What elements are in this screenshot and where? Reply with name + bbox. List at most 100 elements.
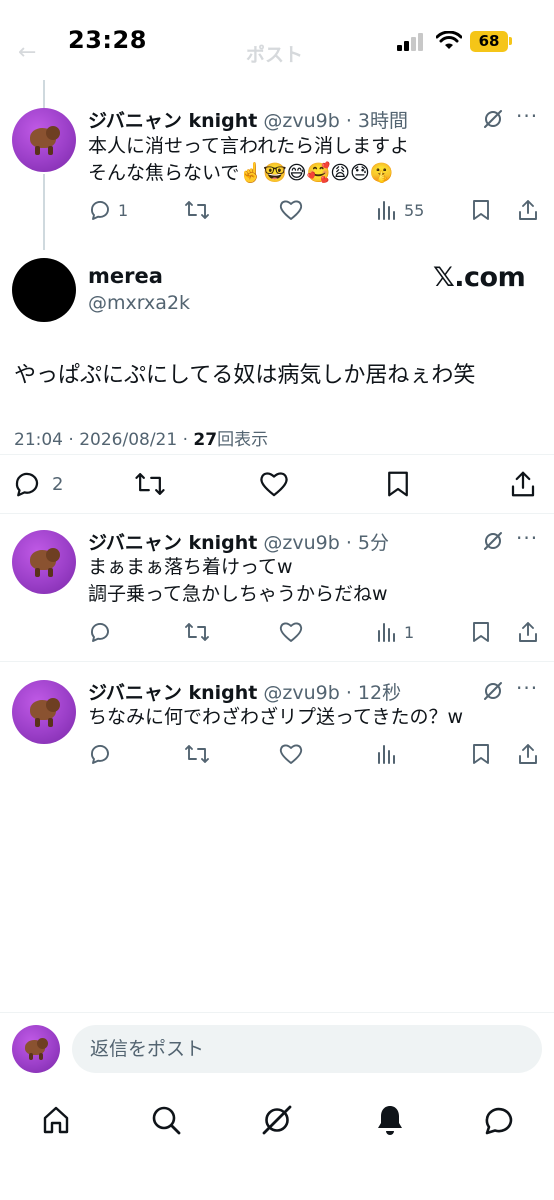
search-icon: [152, 1106, 181, 1135]
like-button[interactable]: [278, 740, 304, 768]
tweet-text: 本人に消せって言われたら消しますよ そんな焦らないで☝️🤓😅🥰😩😓🤫: [88, 133, 409, 187]
reply-count: 1: [118, 200, 129, 220]
reply-button[interactable]: 1: [88, 196, 128, 224]
tweet-time[interactable]: 3時間: [358, 110, 408, 132]
thread-line: [43, 80, 45, 108]
views-button[interactable]: 1: [376, 618, 414, 646]
author-handle[interactable]: @zvu9b: [263, 532, 339, 554]
nav-search[interactable]: [146, 1100, 186, 1140]
wifi-icon: [436, 31, 462, 49]
reply-icon: [91, 201, 109, 220]
share-button[interactable]: [516, 740, 540, 768]
share-button[interactable]: [516, 196, 540, 224]
reply-input[interactable]: 返信をポスト: [72, 1025, 542, 1073]
avatar[interactable]: [12, 680, 76, 744]
nav-notifications[interactable]: [370, 1100, 410, 1140]
reply-button[interactable]: [88, 740, 112, 768]
bookmark-button[interactable]: [470, 618, 492, 646]
author-name[interactable]: ジバニャン knight: [88, 532, 257, 554]
bookmark-icon: [473, 744, 489, 764]
author-name[interactable]: merea: [88, 264, 163, 288]
views-button[interactable]: 55: [376, 196, 424, 224]
back-arrow-icon[interactable]: ←: [18, 40, 36, 65]
views-icon: [378, 623, 395, 642]
time-separator: ·: [339, 682, 358, 704]
share-button[interactable]: [508, 468, 538, 500]
messages-icon: [485, 1107, 513, 1135]
status-bar: ← ポスト 23:28 68: [0, 0, 554, 80]
repost-button[interactable]: [184, 196, 210, 224]
reply-bar: 返信をポスト: [0, 1012, 554, 1084]
reply-button[interactable]: [88, 618, 112, 646]
views-icon: [378, 745, 395, 764]
heart-icon: [279, 622, 303, 642]
tweet-time[interactable]: 5分: [358, 532, 389, 554]
time-separator: ·: [339, 110, 358, 132]
avatar[interactable]: [12, 530, 76, 594]
divider: [0, 454, 554, 455]
bookmark-button[interactable]: [470, 196, 492, 224]
tweet-date[interactable]: 21:04 · 2026/08/21 ·: [14, 430, 193, 450]
nav-grok[interactable]: [257, 1100, 297, 1140]
tweet-header: ジバニャン knight @zvu9b · 5分: [88, 528, 389, 555]
repost-icon: [135, 473, 165, 495]
repost-icon: [185, 745, 209, 763]
reply-button[interactable]: 2: [12, 468, 63, 500]
reply-icon: [91, 745, 109, 764]
like-button[interactable]: [278, 196, 304, 224]
my-avatar[interactable]: [12, 1025, 60, 1073]
author-handle[interactable]: @zvu9b: [263, 110, 339, 132]
thread-line: [43, 174, 45, 250]
author-name[interactable]: ジバニャン knight: [88, 110, 257, 132]
tweet-time[interactable]: 12秒: [358, 682, 401, 704]
more-icon[interactable]: ···: [516, 104, 538, 128]
tweet-text: やっぱぷにぷにしてる奴は病気しか居ねぇわ笑: [14, 363, 476, 388]
tweet-text: ちなみに何でわざわざリプ送ってきたの？w: [88, 704, 463, 731]
repost-icon: [185, 623, 209, 641]
views-label: 回表示: [217, 430, 269, 450]
share-icon: [511, 471, 535, 497]
bookmark-button[interactable]: [470, 740, 492, 768]
bottom-nav: [0, 1084, 554, 1200]
home-icon: [43, 1106, 69, 1134]
tweet-text: まぁまぁ落ち着けってw 調子乗って急かしちゃうからだねw: [88, 554, 388, 608]
heart-icon: [279, 200, 303, 220]
time-separator: ·: [339, 532, 358, 554]
repost-button[interactable]: [134, 468, 166, 500]
bookmark-button[interactable]: [384, 468, 412, 500]
bookmark-icon: [473, 622, 489, 642]
share-button[interactable]: [516, 618, 540, 646]
divider: [0, 513, 554, 514]
xcom-badge: 𝕏.com: [433, 262, 526, 293]
tweet-line: 調子乗って急かしちゃうからだねw: [88, 583, 388, 605]
views-button[interactable]: [376, 740, 404, 768]
tweet-line: 本人に消せって言われたら消しますよ: [88, 135, 410, 157]
avatar[interactable]: [12, 258, 76, 322]
nav-home[interactable]: [36, 1100, 76, 1140]
author-handle[interactable]: @mxrxa2k: [88, 292, 190, 314]
author-handle[interactable]: @zvu9b: [263, 682, 339, 704]
tweet-meta: 21:04 · 2026/08/21 · 27回表示: [14, 425, 268, 450]
author-name[interactable]: ジバニャン knight: [88, 682, 257, 704]
grok-icon[interactable]: [482, 680, 504, 702]
avatar[interactable]: [12, 108, 76, 172]
bookmark-icon: [388, 471, 408, 497]
repost-button[interactable]: [184, 618, 210, 646]
tweet-line: ちなみに何でわざわざリプ送ってきたの？w: [88, 706, 464, 728]
like-button[interactable]: [278, 618, 304, 646]
more-icon[interactable]: ···: [516, 676, 538, 700]
heart-icon: [279, 744, 303, 764]
nav-messages[interactable]: [479, 1100, 519, 1140]
like-button[interactable]: [258, 468, 290, 500]
repost-button[interactable]: [184, 740, 210, 768]
heart-icon: [260, 472, 288, 497]
tweet-actions: 1 55: [88, 196, 542, 224]
share-icon: [519, 622, 537, 642]
tweet-line: そんな焦らないで☝️🤓😅🥰😩😓🤫: [88, 162, 394, 184]
notifications-icon: [378, 1106, 402, 1135]
bookmark-icon: [473, 200, 489, 220]
battery-tip: [509, 37, 512, 45]
more-icon[interactable]: ···: [516, 526, 538, 550]
grok-icon[interactable]: [482, 108, 504, 130]
grok-icon[interactable]: [482, 530, 504, 552]
